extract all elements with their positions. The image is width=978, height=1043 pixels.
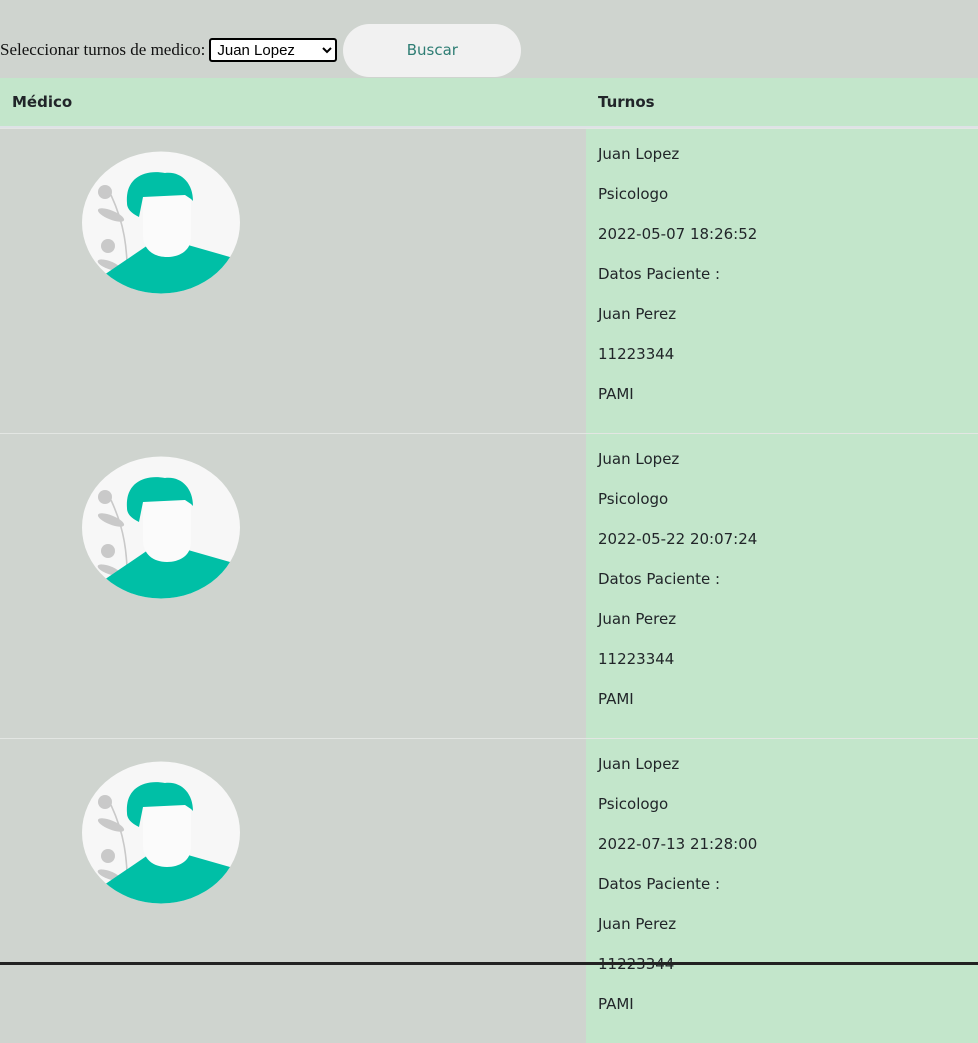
doctor-avatar-icon (82, 761, 240, 904)
patient-insurance: PAMI (598, 995, 634, 1013)
search-button[interactable]: Buscar (343, 23, 522, 77)
patient-data-header: Datos Paciente : (598, 875, 721, 893)
doctor-cell (0, 739, 586, 1043)
doctor-cell (0, 129, 586, 433)
patient-id: 11223344 (598, 951, 978, 991)
doctor-avatar-icon (82, 456, 240, 599)
doctor-name: Juan Lopez (598, 450, 680, 468)
patient-insurance: PAMI (598, 385, 634, 403)
doctor-specialty: Psicologo (598, 185, 669, 203)
appointment-cell: Juan Lopez Psicologo 2022-05-07 18:26:52… (586, 129, 978, 433)
table-row: Juan Lopez Psicologo 2022-05-22 20:07:24… (0, 433, 978, 738)
table-header-row: Médico Turnos (0, 78, 978, 128)
patient-insurance: PAMI (598, 690, 634, 708)
doctor-select-label: Seleccionar turnos de medico: (0, 40, 206, 59)
doctor-filter-bar: Seleccionar turnos de medico: Juan Lopez… (0, 22, 522, 78)
doctor-avatar-icon (82, 151, 240, 294)
doctor-specialty: Psicologo (598, 795, 669, 813)
table-body: Juan Lopez Psicologo 2022-05-07 18:26:52… (0, 128, 978, 1043)
patient-id: 11223344 (598, 345, 675, 363)
patient-data-header: Datos Paciente : (598, 265, 721, 283)
appointment-cell: Juan Lopez Psicologo 2022-07-13 21:28:00… (586, 739, 978, 1043)
appointments-table: Médico Turnos Juan Lopez Psicologo 2022-… (0, 78, 978, 1043)
header-turnos: Turnos (598, 93, 655, 111)
appointment-datetime: 2022-05-07 18:26:52 (598, 225, 758, 243)
doctor-name: Juan Lopez (598, 145, 680, 163)
patient-name: Juan Perez (598, 915, 677, 933)
appointment-cell: Juan Lopez Psicologo 2022-05-22 20:07:24… (586, 434, 978, 738)
header-medico: Médico (12, 93, 73, 111)
table-row: Juan Lopez Psicologo 2022-07-13 21:28:00… (0, 738, 978, 1043)
appointment-datetime: 2022-05-22 20:07:24 (598, 530, 758, 548)
patient-name: Juan Perez (598, 610, 677, 628)
doctor-select[interactable]: Juan Lopez (209, 38, 338, 62)
patient-data-header: Datos Paciente : (598, 570, 721, 588)
doctor-name: Juan Lopez (598, 755, 680, 773)
doctor-cell (0, 434, 586, 738)
appointment-datetime: 2022-07-13 21:28:00 (598, 835, 758, 853)
table-row: Juan Lopez Psicologo 2022-05-07 18:26:52… (0, 128, 978, 433)
patient-id: 11223344 (598, 650, 675, 668)
patient-name: Juan Perez (598, 305, 677, 323)
doctor-specialty: Psicologo (598, 490, 669, 508)
